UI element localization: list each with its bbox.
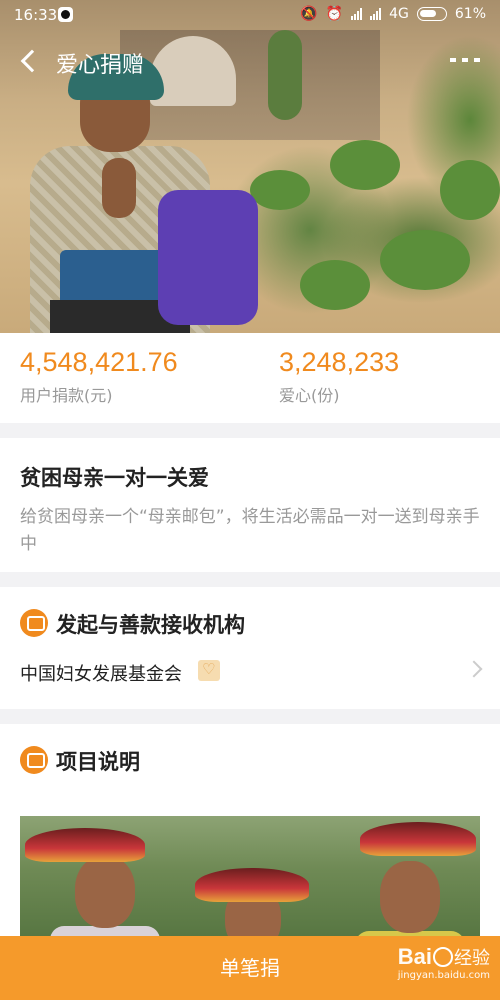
hero-leaf (440, 160, 500, 220)
nav-bar: 爱心捐赠 (0, 38, 500, 84)
status-time: 16:33 (14, 6, 58, 24)
battery-icon (416, 7, 447, 21)
chat-bubble-icon (20, 609, 48, 637)
hearts-label: 爱心(份) (279, 386, 340, 405)
project-description: 给贫困母亲一个“母亲邮包”，将生活必需品一对一送到母亲手中 (20, 507, 480, 554)
donation-amount-stat: 4,548,421.76 用户捐款(元) (20, 347, 178, 406)
signal-icon (370, 8, 382, 20)
donation-stats: 4,548,421.76 用户捐款(元) 3,248,233 爱心(份) (0, 333, 500, 423)
organization-card[interactable]: 发起与善款接收机构 中国妇女发展基金会 (0, 587, 500, 709)
status-bar: 16:33 🔕 ⏰ 4G 61% (0, 0, 500, 30)
status-icons: 🔕 ⏰ 4G 61% (300, 6, 486, 22)
donation-amount: 4,548,421.76 (20, 347, 178, 377)
hero-leaf (250, 170, 310, 210)
hero-leaf (330, 140, 400, 190)
hero-leaf (380, 230, 470, 290)
donation-amount-label: 用户捐款(元) (20, 386, 113, 405)
network-type: 4G (389, 6, 409, 22)
organization-section-title: 发起与善款接收机构 (56, 613, 245, 637)
hero-bag (158, 190, 258, 325)
alarm-icon: ⏰ (325, 6, 344, 22)
back-arrow-icon[interactable] (16, 46, 46, 76)
project-title: 贫困母亲一对一关爱 (20, 466, 209, 490)
more-options-icon[interactable] (450, 48, 480, 72)
paw-icon (433, 947, 453, 967)
hearts-count: 3,248,233 (279, 347, 400, 377)
signal-icon (351, 8, 363, 20)
description-section-title: 项目说明 (56, 750, 140, 774)
qq-notification-icon (58, 7, 73, 22)
chevron-right-icon[interactable] (465, 660, 483, 678)
baidu-watermark: Bai 经验 jingyan.baidu.com (397, 944, 490, 981)
organization-name[interactable]: 中国妇女发展基金会 (20, 660, 182, 686)
document-icon (20, 746, 48, 774)
donate-button[interactable]: 单笔捐 Bai 经验 jingyan.baidu.com (0, 936, 500, 1000)
battery-level: 61% (454, 6, 486, 22)
heart-badge-icon (198, 660, 220, 681)
mute-icon: 🔕 (300, 6, 318, 22)
hearts-stat: 3,248,233 爱心(份) (279, 347, 399, 406)
project-card: 贫困母亲一对一关爱 给贫困母亲一个“母亲邮包”，将生活必需品一对一送到母亲手中 (0, 438, 500, 572)
page-title: 爱心捐赠 (56, 53, 145, 78)
hero-leaf (300, 260, 370, 310)
